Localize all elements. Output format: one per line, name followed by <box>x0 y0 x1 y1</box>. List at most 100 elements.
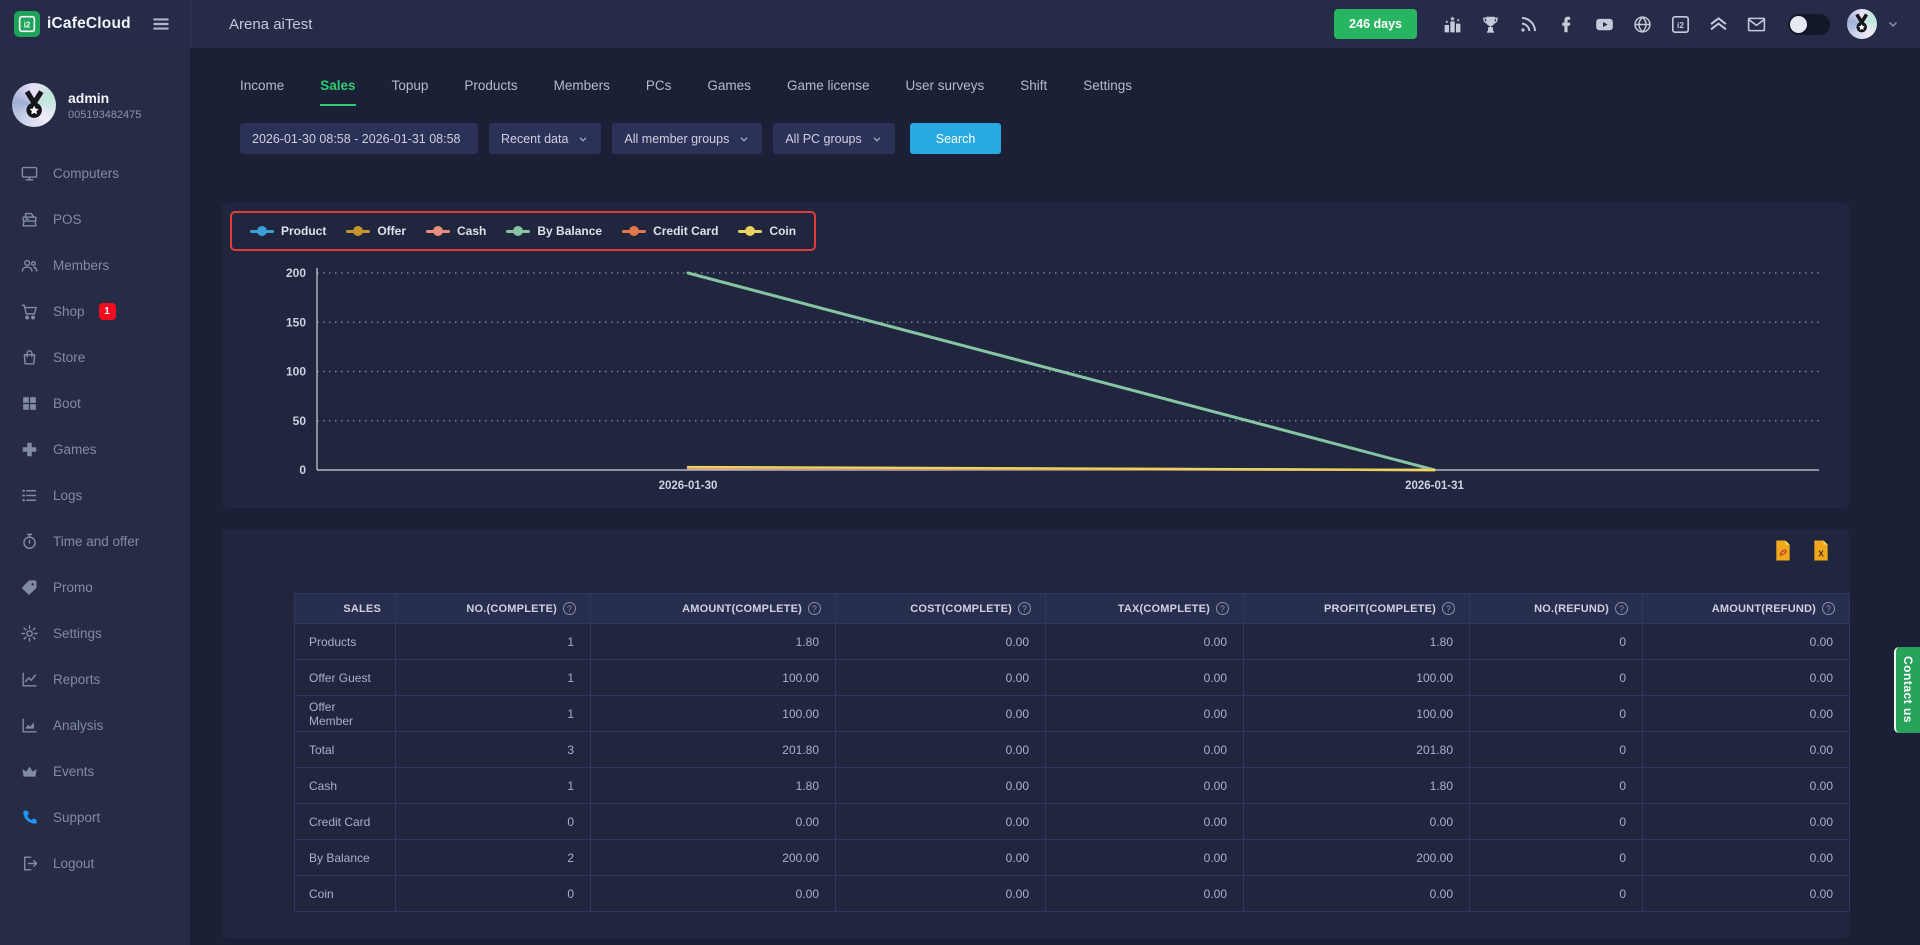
cell: 0 <box>1470 840 1643 876</box>
help-icon[interactable]: ? <box>1822 602 1835 615</box>
table-header-cell: COST(COMPLETE) ? <box>836 594 1046 624</box>
mail-icon[interactable] <box>1746 14 1767 35</box>
tab[interactable]: Income <box>240 78 284 106</box>
sidebar-item[interactable]: Members <box>0 242 190 288</box>
column-label: NO.(COMPLETE) <box>466 603 557 615</box>
sidebar-user[interactable]: admin 005193482475 <box>0 48 190 144</box>
sales-line-chart: 0501001502002026-01-302026-01-31 <box>242 263 1827 498</box>
chevron-down-icon[interactable] <box>1886 17 1900 31</box>
sidebar-item[interactable]: Promo <box>0 564 190 610</box>
tab[interactable]: User surveys <box>905 78 984 106</box>
cell: 0.00 <box>1643 624 1850 660</box>
sidebar-item[interactable]: Events <box>0 748 190 794</box>
table-row: Coin 00.000.000.000.0000.00 <box>295 876 1850 912</box>
data-mode-value: Recent data <box>501 132 568 146</box>
legend-item[interactable]: Cash <box>426 224 486 238</box>
sidebar-item-label: Games <box>53 442 97 457</box>
sidebar-item[interactable]: Boot <box>0 380 190 426</box>
sidebar-item[interactable]: Logout <box>0 840 190 886</box>
help-icon[interactable]: ? <box>563 602 576 615</box>
cell: 0.00 <box>836 876 1046 912</box>
legend-item[interactable]: Offer <box>346 224 406 238</box>
cell: 0.00 <box>1046 840 1244 876</box>
table-body: Products 11.800.000.001.8000.00 Offer Gu… <box>295 624 1850 912</box>
legend-item[interactable]: Product <box>250 224 326 238</box>
cell: 0.00 <box>836 696 1046 732</box>
layers-icon[interactable] <box>1708 14 1729 35</box>
help-icon[interactable]: ? <box>808 602 821 615</box>
help-icon[interactable]: ? <box>1442 602 1455 615</box>
sidebar-item[interactable]: Analysis <box>0 702 190 748</box>
icafecloud-logo-icon: i2 <box>14 11 40 37</box>
cell: 100.00 <box>1244 696 1470 732</box>
contact-us-button[interactable]: Contact us <box>1894 647 1920 733</box>
app-logo[interactable]: i2 iCafeCloud <box>14 11 131 37</box>
legend-dot <box>629 226 639 236</box>
cell: 100.00 <box>591 660 836 696</box>
tab[interactable]: Shift <box>1020 78 1047 106</box>
chart-legend: Product Offer Cash By Balance <box>230 211 816 251</box>
svg-text:50: 50 <box>293 414 307 428</box>
legend-dot <box>353 226 363 236</box>
export-pdf-icon[interactable] <box>1773 539 1793 562</box>
sidebar-item[interactable]: Reports <box>0 656 190 702</box>
cell: 1 <box>396 768 591 804</box>
svg-text:2026-01-30: 2026-01-30 <box>659 480 718 492</box>
sidebar-item[interactable]: Settings <box>0 610 190 656</box>
table-row: By Balance 2200.000.000.00200.0000.00 <box>295 840 1850 876</box>
legend-label: Credit Card <box>653 224 718 238</box>
tab[interactable]: Products <box>464 78 517 106</box>
tab[interactable]: Settings <box>1083 78 1132 106</box>
sidebar-item[interactable]: Games <box>0 426 190 472</box>
sidebar-item[interactable]: Computers <box>0 150 190 196</box>
sidebar-item[interactable]: Shop 1 <box>0 288 190 334</box>
legend-line <box>506 230 530 233</box>
sidebar-item[interactable]: POS <box>0 196 190 242</box>
podium-icon[interactable] <box>1442 14 1463 35</box>
data-mode-select[interactable]: Recent data <box>489 123 601 154</box>
tab-label: Topup <box>392 78 429 93</box>
legend-item[interactable]: By Balance <box>506 224 602 238</box>
tab[interactable]: Games <box>707 78 751 106</box>
globe-icon[interactable] <box>1632 14 1653 35</box>
column-label: TAX(COMPLETE) <box>1118 603 1210 615</box>
facebook-icon[interactable] <box>1556 14 1577 35</box>
trophy-icon[interactable] <box>1480 14 1501 35</box>
tab[interactable]: Game license <box>787 78 870 106</box>
tab[interactable]: Members <box>554 78 610 106</box>
sidebar-item-label: Time and offer <box>53 534 139 549</box>
export-excel-icon[interactable]: X <box>1811 539 1831 562</box>
tab[interactable]: PCs <box>646 78 672 106</box>
theme-toggle[interactable] <box>1788 14 1830 35</box>
icafe-icon[interactable]: i2 <box>1670 14 1691 35</box>
list-icon <box>20 486 39 505</box>
help-icon[interactable]: ? <box>1615 602 1628 615</box>
logout-icon <box>20 854 39 873</box>
column-label: SALES <box>343 603 381 615</box>
sidebar-item[interactable]: Support <box>0 794 190 840</box>
legend-item[interactable]: Coin <box>738 224 796 238</box>
rss-icon[interactable] <box>1518 14 1539 35</box>
sidebar-item[interactable]: Logs <box>0 472 190 518</box>
search-button[interactable]: Search <box>910 123 1002 154</box>
table-header-cell: AMOUNT(COMPLETE) ? <box>591 594 836 624</box>
legend-item[interactable]: Credit Card <box>622 224 718 238</box>
tab[interactable]: Sales <box>320 78 355 106</box>
pc-groups-select[interactable]: All PC groups <box>773 123 894 154</box>
youtube-icon[interactable] <box>1594 14 1615 35</box>
help-icon[interactable]: ? <box>1018 602 1031 615</box>
hamburger-menu-icon[interactable] <box>151 14 171 34</box>
sidebar-item[interactable]: Time and offer <box>0 518 190 564</box>
user-avatar[interactable] <box>1847 9 1877 39</box>
sidebar-item-label: Logs <box>53 488 82 503</box>
notification-badge: 1 <box>99 303 116 320</box>
license-days-button[interactable]: 246 days <box>1334 9 1417 39</box>
sidebar-item[interactable]: Store <box>0 334 190 380</box>
date-range-input[interactable]: 2026-01-30 08:58 - 2026-01-31 08:58 <box>240 123 478 154</box>
cell: 0.00 <box>1643 732 1850 768</box>
member-groups-select[interactable]: All member groups <box>612 123 762 154</box>
tab[interactable]: Topup <box>392 78 429 106</box>
cell: 201.80 <box>591 732 836 768</box>
help-icon[interactable]: ? <box>1216 602 1229 615</box>
column-label: AMOUNT(REFUND) <box>1712 603 1816 615</box>
